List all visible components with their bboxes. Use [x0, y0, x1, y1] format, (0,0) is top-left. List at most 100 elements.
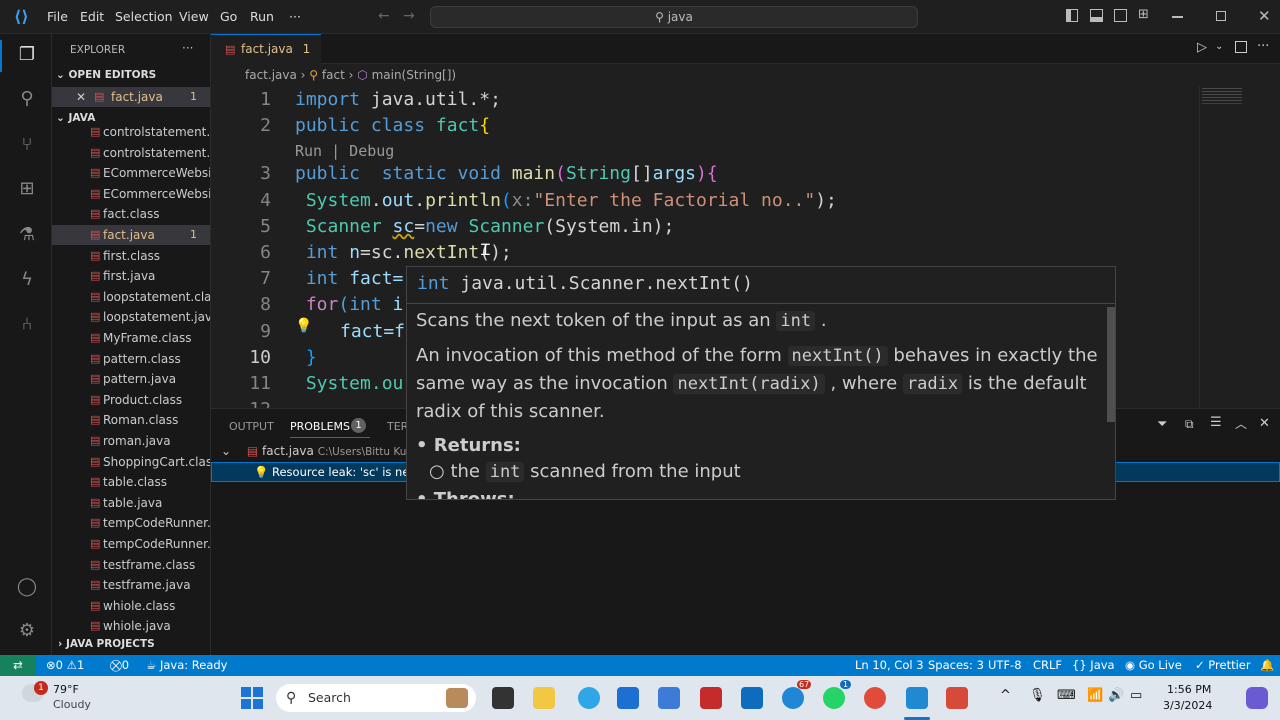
battery-icon[interactable]: ▭	[1130, 688, 1142, 703]
back-arrow-icon[interactable]: ←	[378, 8, 390, 24]
language-mode[interactable]: {} Java	[1072, 655, 1115, 676]
toggle-panel-icon[interactable]	[1090, 9, 1103, 22]
run-icon[interactable]: ▷	[1197, 40, 1207, 55]
close-window-icon[interactable]: ✕	[1258, 7, 1271, 25]
menu-edit[interactable]: Edit	[80, 9, 104, 24]
microphone-icon[interactable]: 🎙	[1029, 688, 1046, 703]
file-item[interactable]: ▤ ECommerceWebsi...	[52, 163, 210, 183]
file-item[interactable]: ▤loopstatement.class	[52, 287, 210, 307]
whatsapp-icon[interactable]	[823, 687, 845, 709]
notifications-bell-icon[interactable]: 🔔	[1260, 655, 1274, 676]
cursor-position[interactable]: Ln 10, Col 3	[855, 655, 924, 676]
java-status[interactable]: ☕ Java: Ready	[146, 655, 228, 676]
lightbulb-icon[interactable]: 💡	[254, 463, 268, 481]
file-item[interactable]: ▤ whiole.java	[52, 616, 210, 636]
copilot-icon[interactable]	[1246, 687, 1268, 709]
file-item[interactable]: ▤ roman.java	[52, 431, 210, 451]
file-explorer-icon[interactable]	[533, 687, 555, 709]
store-icon[interactable]	[617, 687, 639, 709]
windows-start-icon[interactable]	[241, 687, 263, 709]
file-item[interactable]: ▤ tempCodeRunner....	[52, 534, 210, 554]
tab-output[interactable]: OUTPUT	[229, 420, 274, 433]
weather-temp[interactable]: 79°F	[53, 683, 79, 696]
snipping-tool-icon[interactable]	[946, 687, 968, 709]
indentation[interactable]: Spaces: 3	[928, 655, 984, 676]
maximize-panel-icon[interactable]: ︿	[1235, 415, 1247, 432]
run-debug-icon[interactable]: ϟ	[16, 269, 38, 291]
file-item[interactable]: ▤ testframe.class	[52, 555, 210, 575]
file-item[interactable]: ▤ fact.java 1	[52, 225, 210, 245]
restore-icon[interactable]	[1216, 11, 1226, 21]
codelens-run-debug[interactable]: Run | Debug	[295, 142, 394, 160]
remote-indicator-icon[interactable]: ⇄	[0, 655, 36, 676]
file-item[interactable]: ▤ fact.class	[52, 204, 210, 224]
minimap[interactable]	[1199, 86, 1280, 408]
menu-view[interactable]: View	[179, 9, 209, 24]
menu-run[interactable]: Run	[250, 9, 274, 24]
problem-file-row[interactable]: ⌄ ▤ fact.java C:\Users\Bittu Kuma	[221, 444, 423, 458]
source-control-icon[interactable]: ⑂	[16, 134, 38, 156]
file-item[interactable]: ▤controlstatement.j...	[52, 143, 210, 163]
file-item[interactable]: ▤ MyFrame.class	[52, 328, 210, 348]
line-ending[interactable]: CRLF	[1033, 655, 1062, 676]
file-item[interactable]: ▤ first.class	[52, 246, 210, 266]
file-item[interactable]: ▤ ECommerceWebsi...	[52, 184, 210, 204]
edge-icon[interactable]	[578, 687, 600, 709]
menu-more[interactable]: ···	[289, 9, 301, 24]
menu-file[interactable]: File	[47, 9, 68, 24]
mail-icon[interactable]	[741, 687, 763, 709]
clock-time[interactable]: 1:56 PM	[1167, 683, 1211, 696]
mcafee-icon[interactable]	[700, 687, 722, 709]
tab-problems[interactable]: PROBLEMS	[290, 420, 350, 433]
chevron-down-icon[interactable]: ⌄	[1215, 41, 1223, 52]
file-item[interactable]: ▤ controlstatement....	[52, 122, 210, 142]
more-actions-icon[interactable]: ···	[1257, 39, 1269, 54]
open-editors-header[interactable]: ⌄ OPEN EDITORS	[52, 69, 210, 81]
app-icon[interactable]	[658, 687, 680, 709]
file-item[interactable]: ▤ Product.class	[52, 390, 210, 410]
open-editor-fact-java[interactable]: ✕ ▤ fact.java 1	[52, 87, 210, 107]
file-item[interactable]: ▤ Roman.class	[52, 410, 210, 430]
java-projects-header[interactable]: › JAVA PROJECTS	[52, 638, 210, 650]
prettier-status[interactable]: ✓ Prettier	[1195, 655, 1251, 676]
hover-scrollbar[interactable]	[1107, 307, 1115, 422]
explorer-more-icon[interactable]: ···	[182, 41, 193, 55]
lightbulb-icon[interactable]: 💡	[295, 318, 312, 334]
keyboard-icon[interactable]: ⌨	[1057, 688, 1076, 703]
file-item[interactable]: ▤ whiole.class	[52, 596, 210, 616]
toggle-sidebar-icon[interactable]	[1066, 9, 1078, 22]
customize-layout-icon[interactable]: ⊞	[1138, 7, 1149, 22]
close-panel-icon[interactable]: ✕	[1259, 416, 1270, 431]
minimize-icon[interactable]	[1172, 16, 1183, 18]
vscode-taskbar-icon[interactable]	[906, 687, 928, 709]
split-editor-icon[interactable]	[1235, 41, 1247, 53]
explorer-icon[interactable]: ❐	[16, 44, 38, 66]
search-view-icon[interactable]: ⚲	[16, 88, 38, 110]
breadcrumb-method[interactable]: main(String[])	[372, 68, 457, 82]
breadcrumb-class[interactable]: fact	[322, 68, 345, 82]
menu-go[interactable]: Go	[220, 9, 237, 24]
extensions-icon[interactable]: ⊞	[16, 178, 38, 200]
file-item[interactable]: ▤ testframe.java	[52, 575, 210, 595]
chrome-icon[interactable]	[864, 687, 886, 709]
collapse-all-icon[interactable]: ⧉	[1185, 417, 1194, 432]
encoding[interactable]: UTF-8	[988, 655, 1022, 676]
filter-icon[interactable]: ⏷	[1157, 417, 1167, 432]
file-item[interactable]: ▤ pattern.class	[52, 349, 210, 369]
breadcrumb-file[interactable]: fact.java	[245, 68, 297, 82]
file-item[interactable]: ▤ table.class	[52, 472, 210, 492]
taskbar-search[interactable]: ⚲ Search	[276, 684, 476, 712]
wifi-icon[interactable]: 📶	[1087, 688, 1103, 703]
tray-overflow-icon[interactable]: ^	[1000, 688, 1011, 703]
file-item[interactable]: ▤ loopstatement.java	[52, 307, 210, 327]
volume-icon[interactable]: 🔊	[1108, 688, 1124, 703]
file-item[interactable]: ▤ pattern.java	[52, 369, 210, 389]
app-icon[interactable]	[782, 687, 804, 709]
problems-status[interactable]: ⊗0 ⚠1	[46, 655, 84, 676]
weather-desc[interactable]: Cloudy	[53, 698, 91, 711]
tab-fact-java[interactable]: ▤ fact.java 1 ✕	[211, 34, 321, 85]
toggle-secondary-sidebar-icon[interactable]	[1114, 9, 1127, 22]
command-center-search[interactable]: ⚲ java	[430, 6, 918, 28]
close-icon[interactable]: ✕	[76, 87, 86, 107]
ports-status[interactable]: ⛒0	[110, 655, 129, 676]
